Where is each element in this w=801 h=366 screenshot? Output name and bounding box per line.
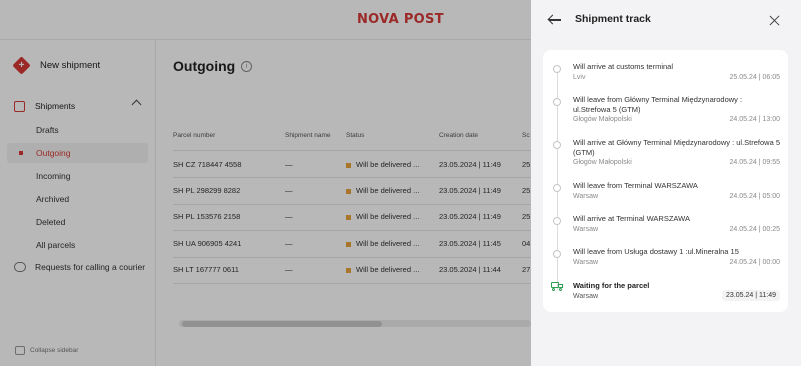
event-location: Lviv <box>573 74 586 81</box>
event-title: Will leave from Terminal WARSZAWA <box>573 181 698 190</box>
event-location: Warsaw <box>573 293 599 300</box>
event-location: Głogów Małopolski <box>573 159 632 166</box>
timeline-circle-icon <box>553 141 561 149</box>
event-location: Głogów Małopolski <box>573 116 632 123</box>
event-title: Will leave from Usługa dostawy 1 :ul.Min… <box>573 247 739 256</box>
back-arrow-icon[interactable] <box>547 14 562 26</box>
timeline-circle-icon <box>553 184 561 192</box>
event-datetime: 24.05.24 | 05:00 <box>729 193 780 200</box>
event-datetime: 23.05.24 | 11:49 <box>722 290 780 301</box>
timeline-circle-icon <box>553 250 561 258</box>
event-title: Will arrive at Terminal WARSZAWA <box>573 214 690 223</box>
truck-icon <box>551 282 564 291</box>
event-location: Warsaw <box>573 226 599 233</box>
shipment-track-drawer: Shipment track Will arrive at customs te… <box>531 0 801 366</box>
timeline-circle-icon <box>553 65 561 73</box>
event-datetime: 24.05.24 | 09:55 <box>729 159 780 166</box>
drawer-title: Shipment track <box>575 13 651 25</box>
event-datetime: 24.05.24 | 00:00 <box>729 259 780 266</box>
event-datetime: 25.05.24 | 06:05 <box>729 74 780 81</box>
event-title: Will leave from Główny Terminal Międzyna… <box>573 95 743 114</box>
timeline-circle-icon <box>553 98 561 106</box>
event-datetime: 24.05.24 | 13:00 <box>729 116 780 123</box>
drawer-header: Shipment track <box>531 0 801 42</box>
timeline-circle-icon <box>553 217 561 225</box>
close-icon[interactable] <box>769 15 780 26</box>
event-location: Warsaw <box>573 193 599 200</box>
modal-overlay[interactable] <box>0 0 531 366</box>
event-title: Will arrive at Główny Terminal Międzynar… <box>573 138 781 157</box>
event-title: Will arrive at customs terminal <box>573 62 674 71</box>
event-datetime: 24.05.24 | 00:25 <box>729 226 780 233</box>
track-timeline-card: Will arrive at customs terminal Lviv 25.… <box>543 50 788 312</box>
event-location: Warsaw <box>573 259 599 266</box>
